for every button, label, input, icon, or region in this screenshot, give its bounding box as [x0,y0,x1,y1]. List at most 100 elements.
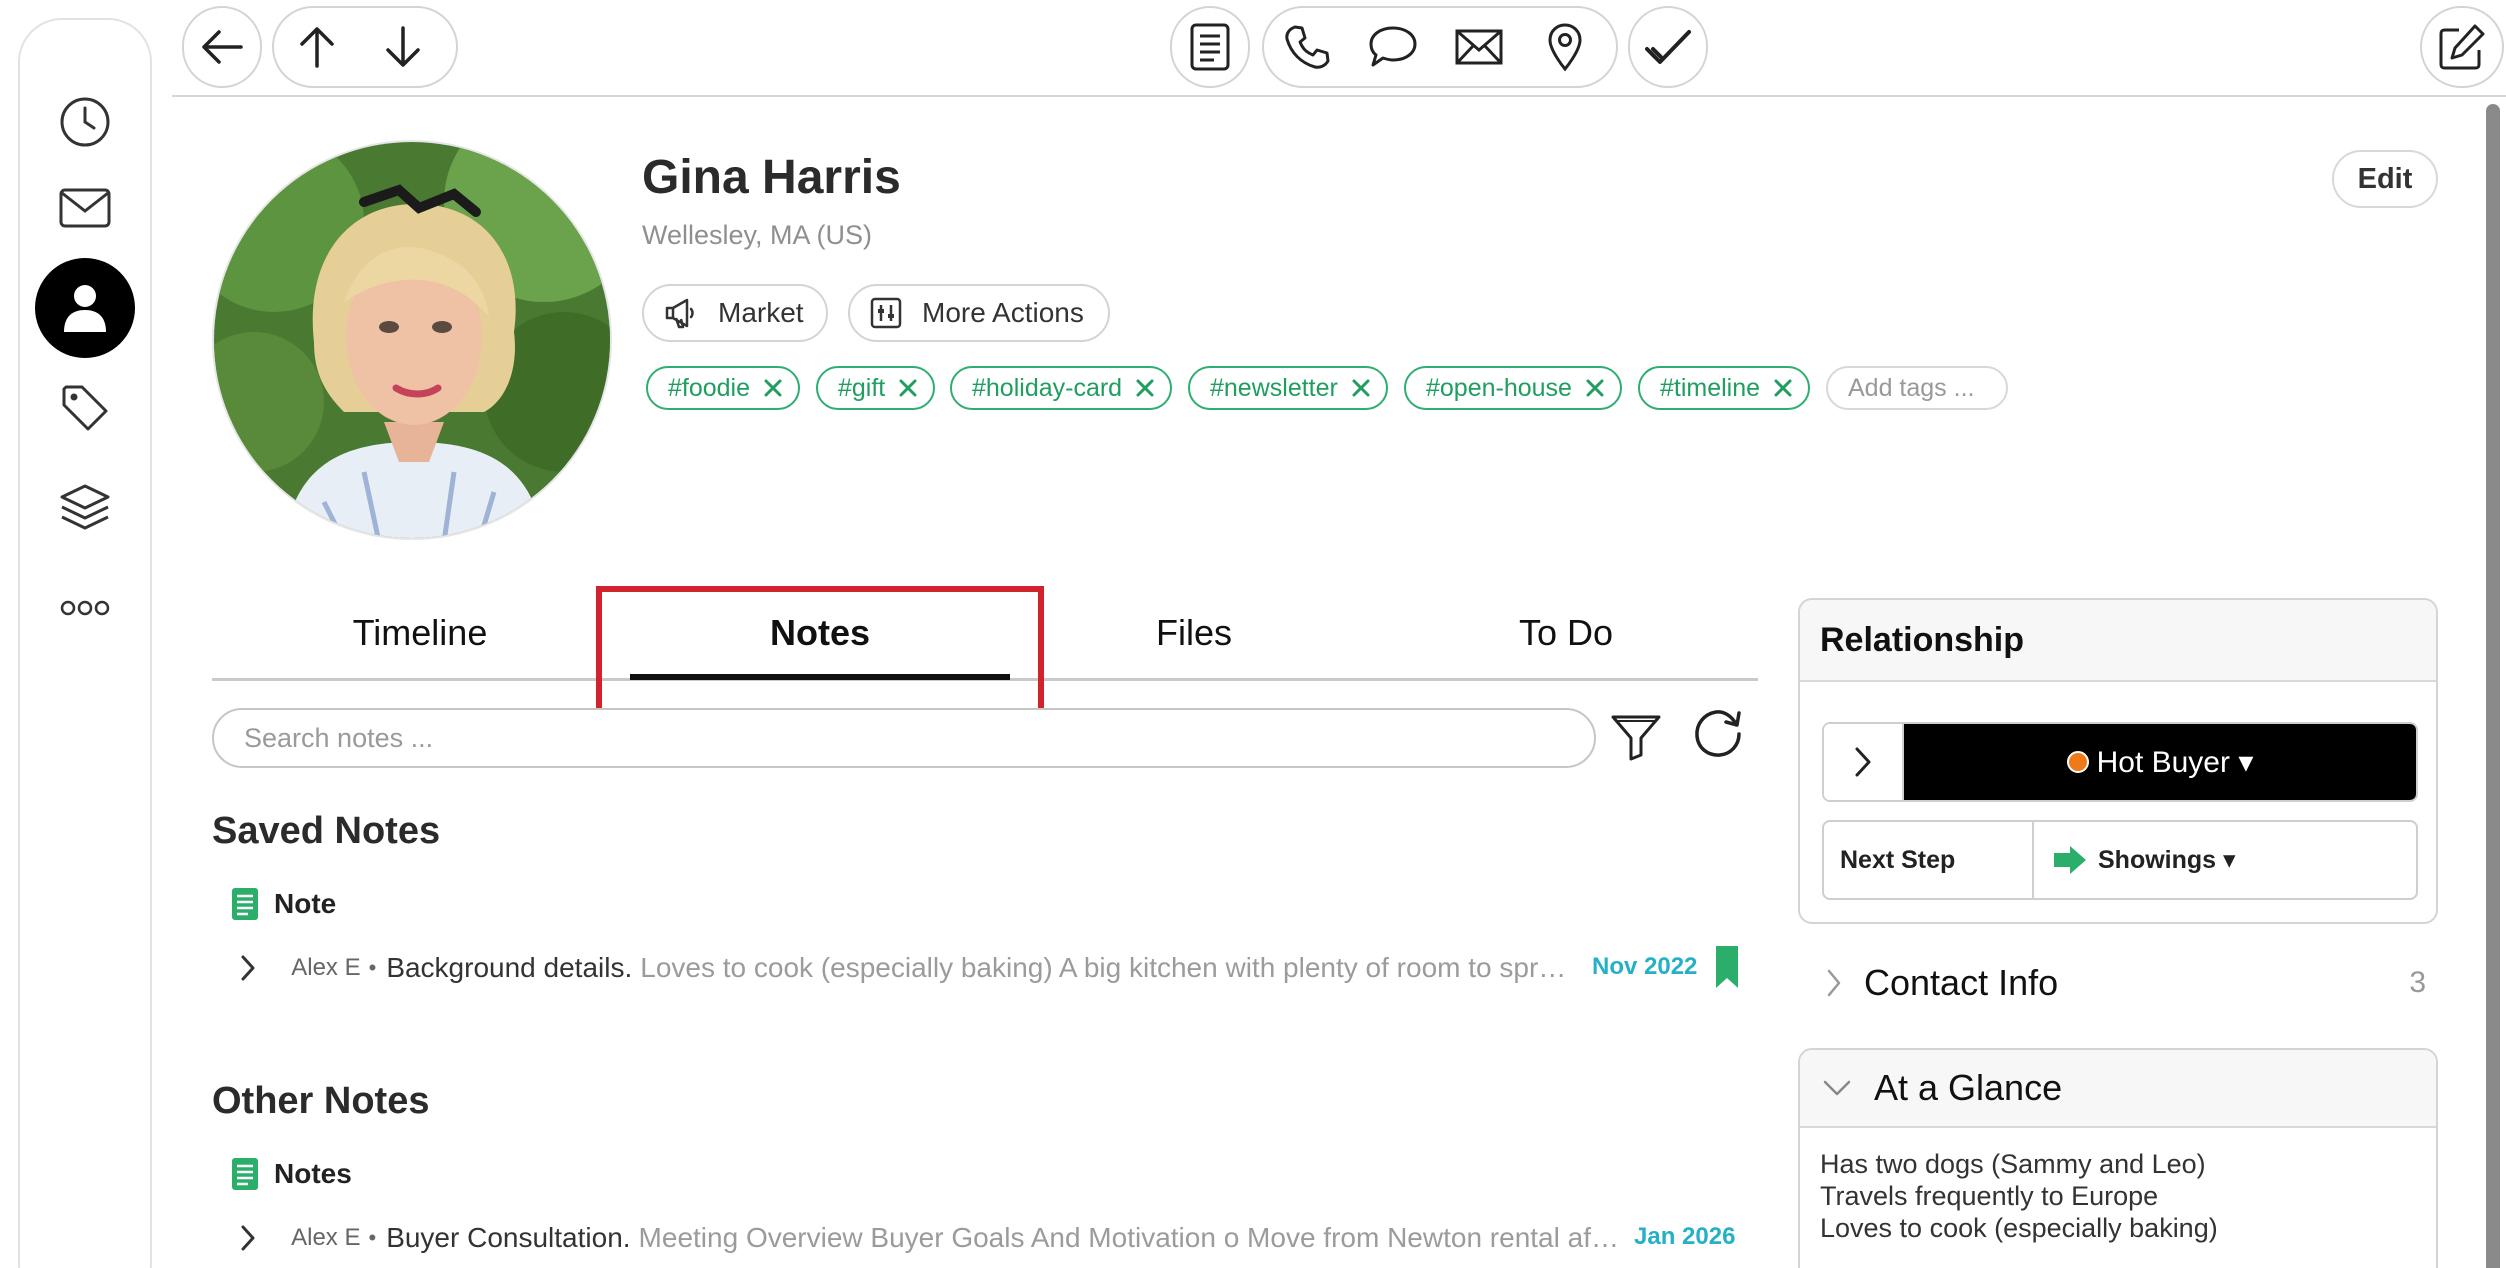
expand-relationship-button[interactable] [1824,724,1904,800]
next-contact-button[interactable] [360,8,446,86]
note-author: Alex E [291,1224,361,1251]
layers-icon[interactable] [35,458,135,558]
tab-to-do[interactable]: To Do [1519,612,1613,654]
contact-name: Gina Harris [642,151,901,204]
contact-location: Wellesley, MA (US) [642,220,873,250]
tag-foodie[interactable]: #foodie [646,366,801,410]
market-button[interactable]: Market [642,284,828,342]
notes-button[interactable] [1170,6,1250,88]
tag-label: #newsletter [1210,373,1338,402]
note-date: Nov 2022 [1592,953,1698,980]
communication-pill [1262,6,1618,88]
remove-tag-icon[interactable] [899,379,917,397]
other-notes-heading: Other Notes [212,1080,430,1122]
market-label: Market [718,297,804,328]
contact-avatar [212,140,612,540]
tag-holiday-card[interactable]: #holiday-card [950,366,1173,410]
note-row[interactable]: Alex E • Buyer Consultation. Meeting Ove… [240,1218,1620,1258]
navigation-pill [272,6,458,88]
note-document-icon [232,888,258,920]
search-notes-input[interactable]: Search notes ... [212,708,1596,768]
more-actions-label: More Actions [922,297,1084,328]
remove-tag-icon[interactable] [1136,379,1154,397]
green-arrow-icon [2054,846,2086,874]
at-a-glance-body: Has two dogs (Sammy and Leo) Travels fre… [1800,1128,2436,1244]
phone-button[interactable] [1264,8,1350,86]
task-button[interactable] [1628,6,1708,88]
mail-icon[interactable] [35,158,135,258]
notes-icon [1172,8,1248,86]
remove-tag-icon[interactable] [764,379,782,397]
next-step-dropdown[interactable]: Showings ▾ [2034,822,2416,898]
tag-gift[interactable]: #gift [816,366,936,410]
more-dots-icon[interactable] [35,558,135,658]
vertical-scrollbar[interactable] [2486,104,2500,1268]
envelope-icon [1455,29,1503,65]
chevron-right-icon [1827,969,1841,997]
relationship-status-row: Hot Buyer ▾ [1822,722,2418,802]
contacts-person-icon[interactable] [35,258,135,358]
history-clock-icon[interactable] [35,72,135,172]
tag-label: #gift [838,373,886,402]
tag-icon[interactable] [35,358,135,458]
previous-contact-button[interactable] [274,8,360,86]
at-a-glance-header[interactable]: At a Glance [1800,1050,2436,1128]
tab-timeline[interactable]: Timeline [353,612,488,654]
edit-compose-icon [2422,8,2502,86]
check-icon [1630,8,1706,86]
saved-notes-heading: Saved Notes [212,810,441,852]
relationship-panel: Relationship Hot Buyer ▾ Next Step Showi… [1798,598,2438,924]
arrow-down-icon [386,26,420,67]
tag-open-house[interactable]: #open-house [1404,366,1622,410]
chevron-down-icon [1822,1079,1852,1097]
glance-line: Has two dogs (Sammy and Leo) [1820,1149,2206,1179]
left-sidebar [18,18,152,1268]
message-button[interactable] [1350,8,1436,86]
separator-dot: • [368,955,377,980]
megaphone-icon [664,297,698,329]
chevron-right-icon[interactable] [240,1224,265,1252]
remove-tag-icon[interactable] [1774,379,1792,397]
compose-button[interactable] [2420,6,2504,88]
chat-bubble-icon [1369,26,1417,67]
category-label: Note [274,888,337,919]
tag-newsletter[interactable]: #newsletter [1188,366,1388,410]
refresh-icon[interactable] [1690,706,1746,762]
remove-tag-icon[interactable] [1586,379,1604,397]
note-date: Jan 2026 [1634,1223,1736,1250]
status-dot-icon [2066,751,2089,773]
back-arrow-icon [184,8,260,86]
add-tags-input[interactable]: Add tags ... [1826,366,2008,410]
remove-tag-icon[interactable] [1352,379,1370,397]
category-label: Notes [274,1158,352,1189]
bookmark-icon[interactable] [1716,946,1738,988]
tag-label: #foodie [668,373,751,402]
edit-contact-button[interactable]: Edit [2332,150,2438,208]
tag-label: #timeline [1660,373,1761,402]
at-a-glance-panel: At a Glance Has two dogs (Sammy and Leo)… [1798,1048,2438,1268]
chevron-right-icon[interactable] [240,954,265,982]
sliders-icon [870,297,902,329]
note-author: Alex E [291,954,361,981]
filter-icon[interactable] [1608,708,1664,764]
relationship-status-dropdown[interactable]: Hot Buyer ▾ [1904,724,2416,800]
note-preview: Loves to cook (especially baking) A big … [640,952,1580,983]
back-button[interactable] [182,6,262,88]
more-actions-button[interactable]: More Actions [848,284,1110,342]
phone-icon [1285,25,1330,69]
next-step-row: Next Step Showings ▾ [1822,820,2418,900]
at-a-glance-title: At a Glance [1874,1067,2063,1108]
saved-notes-category: Note [232,888,336,920]
contact-info-count: 3 [2409,966,2426,999]
note-row[interactable]: Alex E • Background details. Loves to co… [240,948,1580,988]
email-button[interactable] [1436,8,1522,86]
note-preview: Meeting Overview Buyer Goals And Motivat… [638,1222,1620,1253]
note-title: Background details. [386,952,633,983]
relationship-heading: Relationship [1800,600,2436,682]
location-pin-icon [1548,23,1582,72]
tag-timeline[interactable]: #timeline [1638,366,1811,410]
map-button[interactable] [1522,8,1608,86]
other-notes-category: Notes [232,1158,352,1190]
tab-files[interactable]: Files [1156,612,1232,654]
contact-info-section[interactable]: Contact Info 3 [1826,958,2426,1008]
